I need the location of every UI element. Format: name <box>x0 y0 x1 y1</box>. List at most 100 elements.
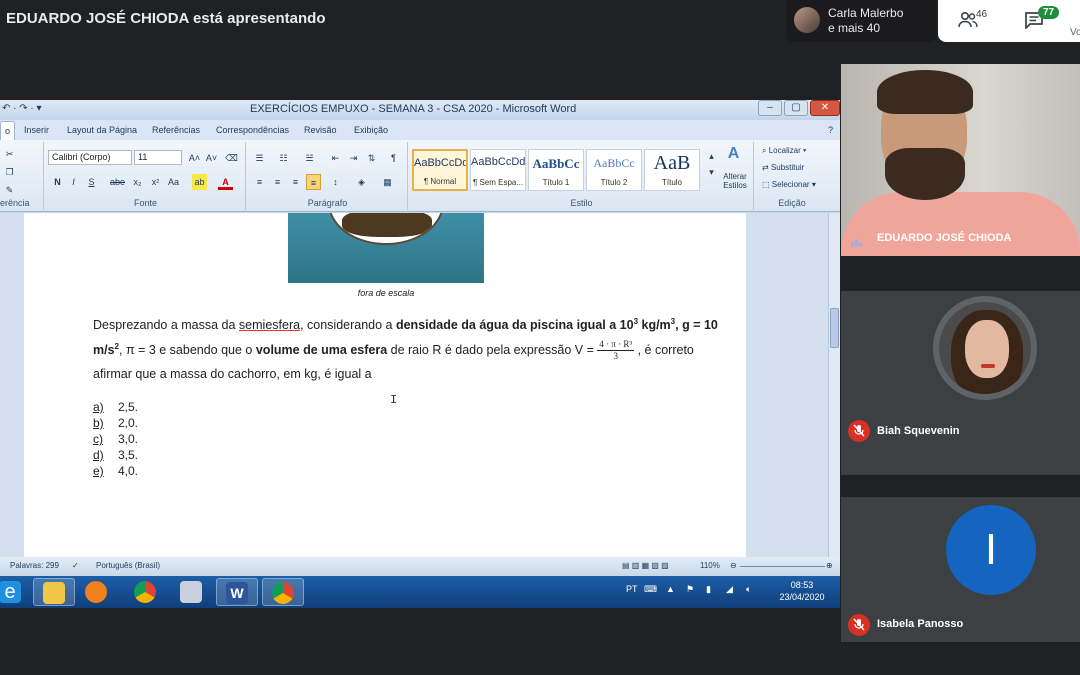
help-icon[interactable]: ? <box>828 125 833 135</box>
style-heading-2[interactable]: AaBbCc Título 2 <box>586 149 642 191</box>
font-size-select[interactable]: 11 <box>134 150 182 165</box>
format-painter-icon[interactable]: ✎ <box>2 182 17 198</box>
view-buttons[interactable]: ▤ ▥ ▦ ▧ ▨ <box>622 561 669 570</box>
shading-icon[interactable]: ◈ <box>354 174 369 190</box>
participant-tile-presenter[interactable] <box>841 64 1080 256</box>
tab-revisao[interactable]: Revisão <box>304 125 337 135</box>
bold-button[interactable]: N <box>50 174 65 190</box>
borders-icon[interactable]: ▦ <box>380 174 395 190</box>
network-icon[interactable]: ◢ <box>726 584 733 595</box>
system-clock[interactable]: 08:53 23/04/2020 <box>770 579 834 603</box>
language-status[interactable]: Português (Brasil) <box>96 561 160 570</box>
group-label: erência <box>0 198 30 208</box>
input-language[interactable]: PT <box>626 584 638 594</box>
action-center-icon[interactable]: ⚑ <box>686 584 694 595</box>
tab-exibicao[interactable]: Exibição <box>354 125 388 135</box>
minimize-button[interactable]: – <box>758 100 782 116</box>
tab-correspondencias[interactable]: Correspondências <box>216 125 289 135</box>
change-styles-button[interactable]: Alterar Estilos <box>716 172 754 190</box>
tab-referencias[interactable]: Referências <box>152 125 200 135</box>
strikethrough-button[interactable]: abe <box>110 174 125 190</box>
select-icon: ⬚ <box>762 180 770 189</box>
font-color-icon[interactable]: A <box>218 174 233 190</box>
zoom-out-icon[interactable]: ⊖ <box>730 561 737 570</box>
word-icon: W <box>226 582 248 604</box>
find-button[interactable]: ⌕ Localizar ▾ <box>762 146 806 156</box>
copy-icon[interactable]: ❐ <box>2 164 17 180</box>
volume-icon[interactable]: 🔈︎ <box>746 584 751 595</box>
keyboard-icon[interactable]: ⌨ <box>644 584 657 595</box>
word-count[interactable]: Palavras: 299 <box>10 561 59 570</box>
taskbar-chrome-2[interactable] <box>262 578 304 606</box>
word-title-bar: ↶ · ↷ · ▾ EXERCÍCIOS EMPUXO - SEMANA 3 -… <box>0 100 840 120</box>
group-font: Calibri (Corpo) 11 A˄ A˅ ⌫ N I S abe x₂ … <box>46 142 246 210</box>
align-left-icon[interactable]: ≡ <box>252 174 267 190</box>
style-heading-1[interactable]: AaBbCc Título 1 <box>528 149 584 191</box>
option-letter: a) <box>93 400 104 414</box>
window-controls: – ▢ ✕ <box>756 100 840 118</box>
quick-access-toolbar[interactable]: ↶ · ↷ · ▾ <box>2 103 42 114</box>
taskbar-word[interactable]: W <box>216 578 258 606</box>
group-label: Estilo <box>570 198 593 208</box>
styles-scroll-up-icon[interactable]: ▴ <box>704 148 719 164</box>
style-title[interactable]: AaB Título <box>644 149 700 191</box>
maximize-button[interactable]: ▢ <box>784 100 808 116</box>
zoom-in-icon[interactable]: ⊕ <box>826 561 833 570</box>
text-run-misspelled: semiesfera <box>238 318 301 333</box>
close-button[interactable]: ✕ <box>810 100 840 116</box>
subscript-button[interactable]: x₂ <box>130 174 145 190</box>
taskbar-ie[interactable]: e <box>0 578 32 606</box>
group-clipboard: ✂ ❐ ✎ erência <box>0 142 44 210</box>
cut-icon[interactable]: ✂ <box>2 146 17 162</box>
multilevel-list-icon[interactable]: ☱ <box>302 150 317 166</box>
clock-date: 23/04/2020 <box>779 592 825 602</box>
tab-inicio[interactable]: o <box>0 121 16 140</box>
underline-button[interactable]: S <box>84 174 99 190</box>
dog-shape <box>342 213 432 237</box>
mic-off-icon <box>848 420 870 442</box>
people-icon[interactable] <box>958 10 978 30</box>
shrink-font-icon[interactable]: A˅ <box>204 150 219 166</box>
tab-inserir[interactable]: Inserir <box>24 125 49 135</box>
taskbar-calculator[interactable] <box>171 578 213 606</box>
highlight-icon[interactable]: ab <box>192 174 207 190</box>
zoom-level[interactable]: 110% <box>700 561 720 570</box>
style-normal[interactable]: AaBbCcDd ¶ Normal <box>412 149 468 191</box>
participants-preview[interactable]: Carla Malerbo e mais 40 <box>786 0 936 42</box>
sort-icon[interactable]: ⇅ <box>364 150 379 166</box>
zoom-slider[interactable] <box>740 566 825 567</box>
tab-layout[interactable]: Layout da Página <box>67 125 137 135</box>
taskbar-explorer[interactable] <box>33 578 75 606</box>
show-marks-icon[interactable]: ¶ <box>386 150 401 166</box>
taskbar-media-player[interactable] <box>76 578 118 606</box>
justify-icon[interactable]: ≡ <box>306 174 321 190</box>
style-no-spacing[interactable]: AaBbCcDd ¶ Sem Espa... <box>470 149 526 191</box>
numbering-icon[interactable]: ☷ <box>276 150 291 166</box>
align-right-icon[interactable]: ≡ <box>288 174 303 190</box>
change-styles-icon[interactable]: A <box>726 146 741 162</box>
superscript-button[interactable]: x² <box>148 174 163 190</box>
increase-indent-icon[interactable]: ⇥ <box>346 150 361 166</box>
taskbar-chrome[interactable] <box>125 578 167 606</box>
italic-button[interactable]: I <box>66 174 81 190</box>
line-spacing-icon[interactable]: ↕ <box>328 174 343 190</box>
spellcheck-icon[interactable]: ✓ <box>72 561 79 570</box>
replace-button[interactable]: ⇄ Substituir <box>762 163 804 172</box>
document-page[interactable]: fora de escala Desprezando a massa da se… <box>24 213 746 557</box>
volume-formula: 4 · π · R³ 3 <box>597 339 635 362</box>
clear-format-icon[interactable]: ⌫ <box>224 150 239 166</box>
battery-icon[interactable]: ▮ <box>706 584 711 595</box>
tray-expand-icon[interactable]: ▲ <box>666 584 675 594</box>
select-button[interactable]: ⬚ Selecionar ▾ <box>762 180 816 189</box>
align-center-icon[interactable]: ≡ <box>270 174 285 190</box>
decrease-indent-icon[interactable]: ⇤ <box>328 150 343 166</box>
scroll-thumb[interactable] <box>830 308 839 348</box>
participant-tile-biah[interactable] <box>841 291 1080 475</box>
vertical-scrollbar[interactable] <box>828 213 840 557</box>
font-name-select[interactable]: Calibri (Corpo) <box>48 150 132 165</box>
people-count: 46 <box>976 9 988 20</box>
change-case-button[interactable]: Aa <box>166 174 181 190</box>
bullets-icon[interactable]: ☰ <box>252 150 267 166</box>
grow-font-icon[interactable]: A˄ <box>187 150 202 166</box>
avatar-face <box>965 320 1009 378</box>
